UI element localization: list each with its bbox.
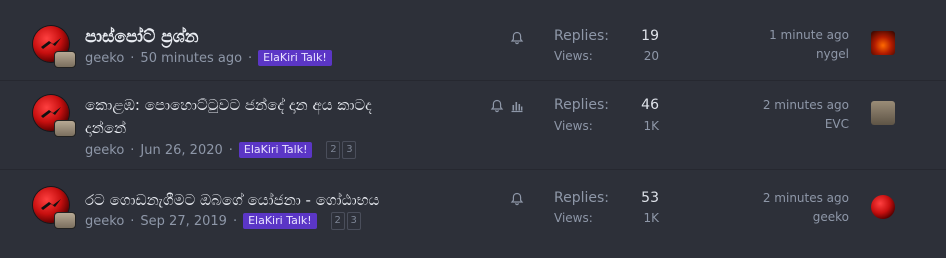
thread-date[interactable]: Jun 26, 2020	[140, 143, 222, 158]
separator: ·	[248, 50, 253, 66]
thread-title[interactable]: රට ගොඩනැගීමට ඔබගේ යෝජනා - ගෝඨාභය	[85, 190, 379, 211]
thread-list: පාස්පෝට් ප්‍රශ්න geeko · 50 minutes ago …	[0, 0, 946, 258]
thread-author[interactable]: geeko	[85, 214, 124, 229]
page-link[interactable]: 3	[342, 141, 357, 159]
replies-label: Replies:	[554, 190, 610, 206]
bell-icon	[510, 192, 524, 206]
page-link[interactable]: 2	[330, 212, 345, 230]
thread-meta: geeko · 50 minutes ago · ElaKiri Talk!	[85, 50, 332, 66]
thread-row: රට ගොඩනැගීමට ඔබගේ යෝජනා - ගෝඨාභය geeko ·…	[0, 169, 946, 258]
separator: ·	[130, 50, 135, 66]
last-post-time[interactable]: 2 minutes ago	[763, 191, 849, 205]
replies-count: 46	[641, 97, 659, 113]
last-post-user[interactable]: geeko	[813, 210, 849, 224]
author-avatar-badge	[54, 51, 76, 68]
thread-date[interactable]: 50 minutes ago	[140, 51, 242, 66]
prefix-badge[interactable]: ElaKiri Talk!	[258, 50, 332, 66]
replies-label: Replies:	[554, 97, 610, 113]
thread-title[interactable]: පාස්පෝට් ප්‍රශ්න	[85, 27, 199, 48]
views-count: 1K	[643, 119, 659, 133]
views-label: Views:	[554, 211, 593, 225]
separator: ·	[232, 213, 238, 229]
replies-count: 19	[641, 28, 659, 44]
views-label: Views:	[554, 49, 593, 63]
poll-icon	[510, 99, 524, 113]
bell-icon	[490, 99, 504, 113]
last-post-time[interactable]: 1 minute ago	[769, 28, 849, 42]
prefix-badge[interactable]: ElaKiri Talk!	[238, 142, 313, 158]
views-count: 1K	[643, 211, 659, 225]
author-avatar-badge	[54, 212, 76, 229]
page-link[interactable]: 3	[346, 212, 361, 230]
separator: ·	[130, 213, 135, 229]
last-poster-avatar[interactable]	[871, 195, 895, 219]
prefix-badge[interactable]: ElaKiri Talk!	[243, 213, 317, 229]
last-post-user[interactable]: nygel	[816, 47, 849, 61]
last-poster-avatar[interactable]	[871, 101, 895, 125]
thread-author[interactable]: geeko	[85, 143, 124, 158]
thread-title-line-1[interactable]: කොළඹ: පොහොට්ටුවට ජන්දේ දාන අය කාටද	[85, 95, 372, 116]
author-avatar-badge	[54, 120, 76, 137]
replies-count: 53	[641, 190, 659, 206]
page-jump: 2 3	[326, 141, 357, 159]
views-label: Views:	[554, 119, 593, 133]
page-link[interactable]: 2	[326, 141, 341, 159]
thread-meta: geeko · Jun 26, 2020 · ElaKiri Talk! 2 3	[85, 141, 357, 159]
thread-date[interactable]: Sep 27, 2019	[140, 214, 227, 229]
thread-row: කොළඹ: පොහොට්ටුවට ජන්දේ දාන අය කාටද දාන්න…	[0, 80, 946, 170]
thread-author[interactable]: geeko	[85, 51, 124, 66]
views-count: 20	[643, 49, 659, 63]
page-jump: 2 3	[330, 212, 361, 230]
separator: ·	[130, 142, 135, 158]
last-poster-avatar[interactable]	[871, 31, 895, 55]
bell-icon	[510, 31, 524, 45]
last-post-user[interactable]: EVC	[825, 117, 849, 131]
last-post-time[interactable]: 2 minutes ago	[763, 98, 849, 112]
thread-row: පාස්පෝට් ප්‍රශ්න geeko · 50 minutes ago …	[0, 0, 946, 81]
thread-meta: geeko · Sep 27, 2019 · ElaKiri Talk! 2 3	[85, 212, 361, 230]
replies-label: Replies:	[554, 28, 610, 44]
separator: ·	[228, 142, 233, 158]
thread-title-line-2[interactable]: දාන්නේ	[85, 118, 126, 139]
